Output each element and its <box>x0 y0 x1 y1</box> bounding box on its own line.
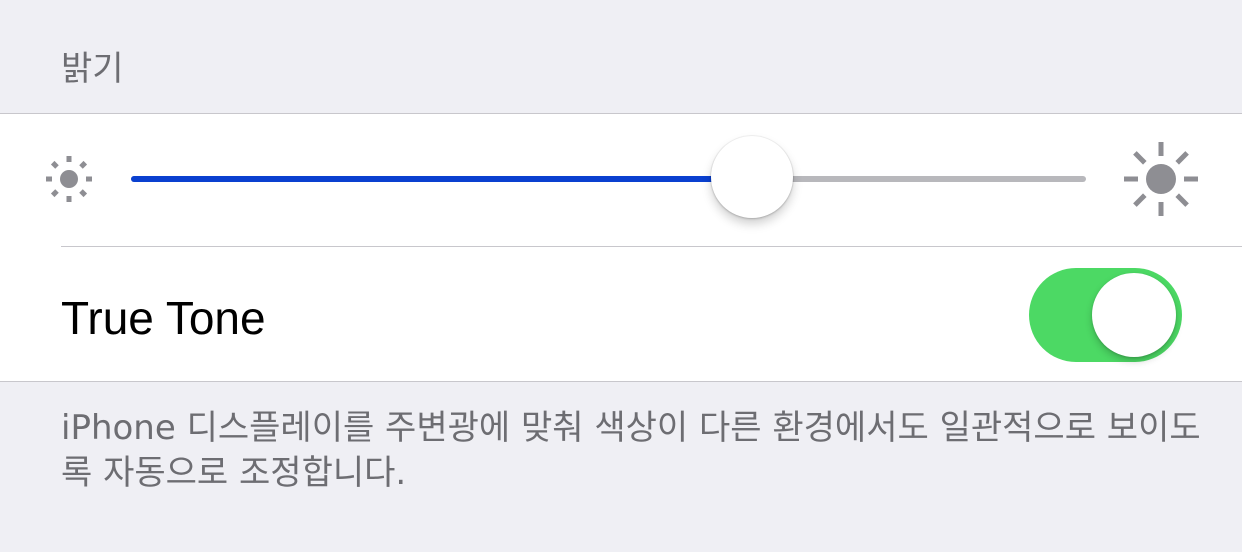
slider-thumb[interactable] <box>710 136 793 218</box>
sun-small-icon <box>46 156 92 202</box>
row-separator <box>61 246 1242 247</box>
toggle-knob <box>1092 273 1176 357</box>
brightness-slider[interactable] <box>131 136 1086 218</box>
true-tone-label: True Tone <box>61 292 266 344</box>
slider-fill <box>131 176 752 182</box>
sun-large-icon <box>1124 142 1198 216</box>
true-tone-toggle[interactable] <box>1029 268 1182 362</box>
brightness-section-header: 밝기 <box>61 49 124 89</box>
true-tone-description: iPhone 디스플레이를 주변광에 맞춰 색상이 다른 환경에서도 일관적으로… <box>61 408 1201 493</box>
